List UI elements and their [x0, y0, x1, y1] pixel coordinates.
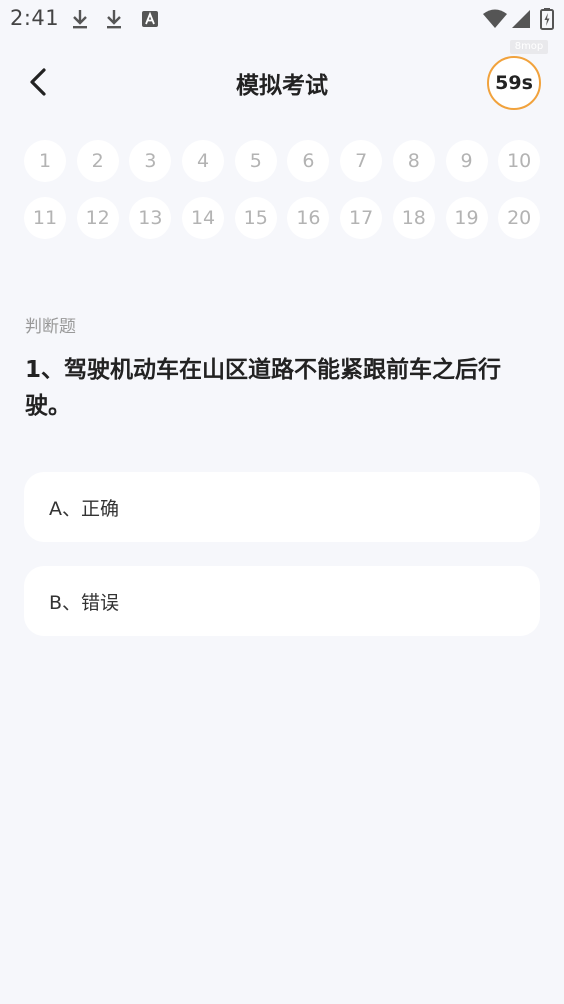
question-number-button[interactable]: 7 — [340, 140, 383, 182]
question-number-button[interactable]: 20 — [498, 197, 541, 239]
question-number-button[interactable]: 10 — [498, 140, 541, 182]
battery-icon — [540, 8, 554, 30]
status-time: 2:41 — [10, 6, 60, 30]
a-icon — [142, 11, 158, 27]
page-title: 模拟考试 — [236, 73, 328, 99]
question-number-grid: 1 2 3 4 5 6 7 8 9 10 11 12 13 14 15 16 1… — [24, 140, 542, 239]
status-bar: 2:41 — [0, 0, 564, 40]
question-number-button[interactable]: 8 — [392, 140, 435, 182]
option-a-label: A、正确 — [49, 497, 119, 520]
countdown-timer: 59s — [487, 56, 541, 110]
watermark: 8mop — [510, 40, 548, 54]
question-number-button[interactable]: 2 — [76, 140, 119, 182]
option-b[interactable]: B、错误 — [24, 566, 540, 636]
question-number-button[interactable]: 17 — [340, 197, 383, 239]
question-number-button[interactable]: 18 — [392, 197, 435, 239]
question-number-button[interactable]: 3 — [129, 140, 172, 182]
question-text: 1、驾驶机动车在山区道路不能紧跟前车之后行驶。 — [25, 357, 502, 419]
signal-icon — [512, 10, 530, 28]
wifi-icon — [483, 9, 507, 28]
question-type-label: 判断题 — [25, 317, 76, 337]
question-number-button[interactable]: 19 — [445, 197, 488, 239]
question-number-button[interactable]: 15 — [234, 197, 277, 239]
question-number-button[interactable]: 16 — [287, 197, 330, 239]
option-a[interactable]: A、正确 — [24, 472, 540, 542]
question-number-button[interactable]: 14 — [182, 197, 225, 239]
question-number-button[interactable]: 1 — [24, 140, 66, 182]
header: 模拟考试 59s — [0, 54, 564, 110]
question-number-button[interactable]: 12 — [76, 197, 119, 239]
option-b-label: B、错误 — [49, 591, 120, 614]
exam-screen: 2:41 8mop 模拟考试 59s 1 2 3 4 5 6 7 8 9 10 … — [0, 0, 564, 1004]
question-number-button[interactable]: 11 — [24, 197, 66, 239]
question-number-button[interactable]: 9 — [445, 140, 488, 182]
question-number-button[interactable]: 13 — [129, 197, 172, 239]
question-number-button[interactable]: 6 — [287, 140, 330, 182]
question-number-button[interactable]: 4 — [182, 140, 225, 182]
download-icon — [73, 10, 87, 29]
download-icon — [107, 10, 121, 29]
question-number-button[interactable]: 5 — [234, 140, 277, 182]
